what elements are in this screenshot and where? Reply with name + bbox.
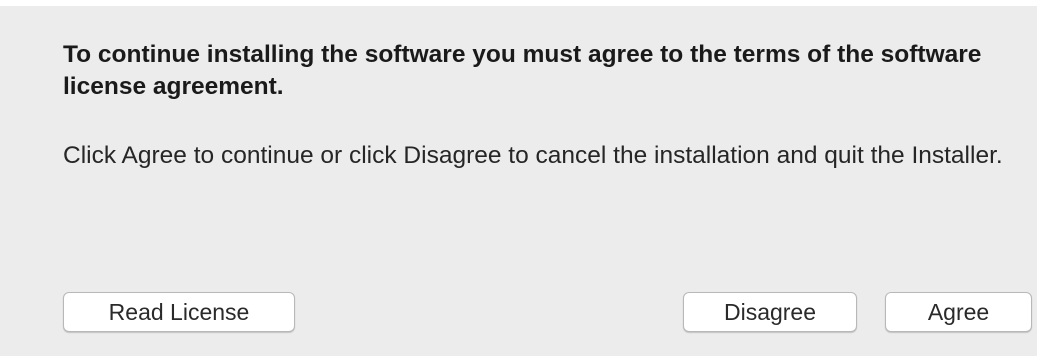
license-agreement-sheet: To continue installing the software you …	[0, 0, 1037, 362]
disagree-button[interactable]: Disagree	[683, 292, 857, 332]
license-agreement-panel: To continue installing the software you …	[0, 6, 1037, 356]
agree-button[interactable]: Agree	[885, 292, 1032, 332]
read-license-button[interactable]: Read License	[63, 292, 295, 332]
agreement-message: Click Agree to continue or click Disagre…	[63, 142, 1003, 169]
agreement-heading: To continue installing the software you …	[63, 41, 982, 100]
